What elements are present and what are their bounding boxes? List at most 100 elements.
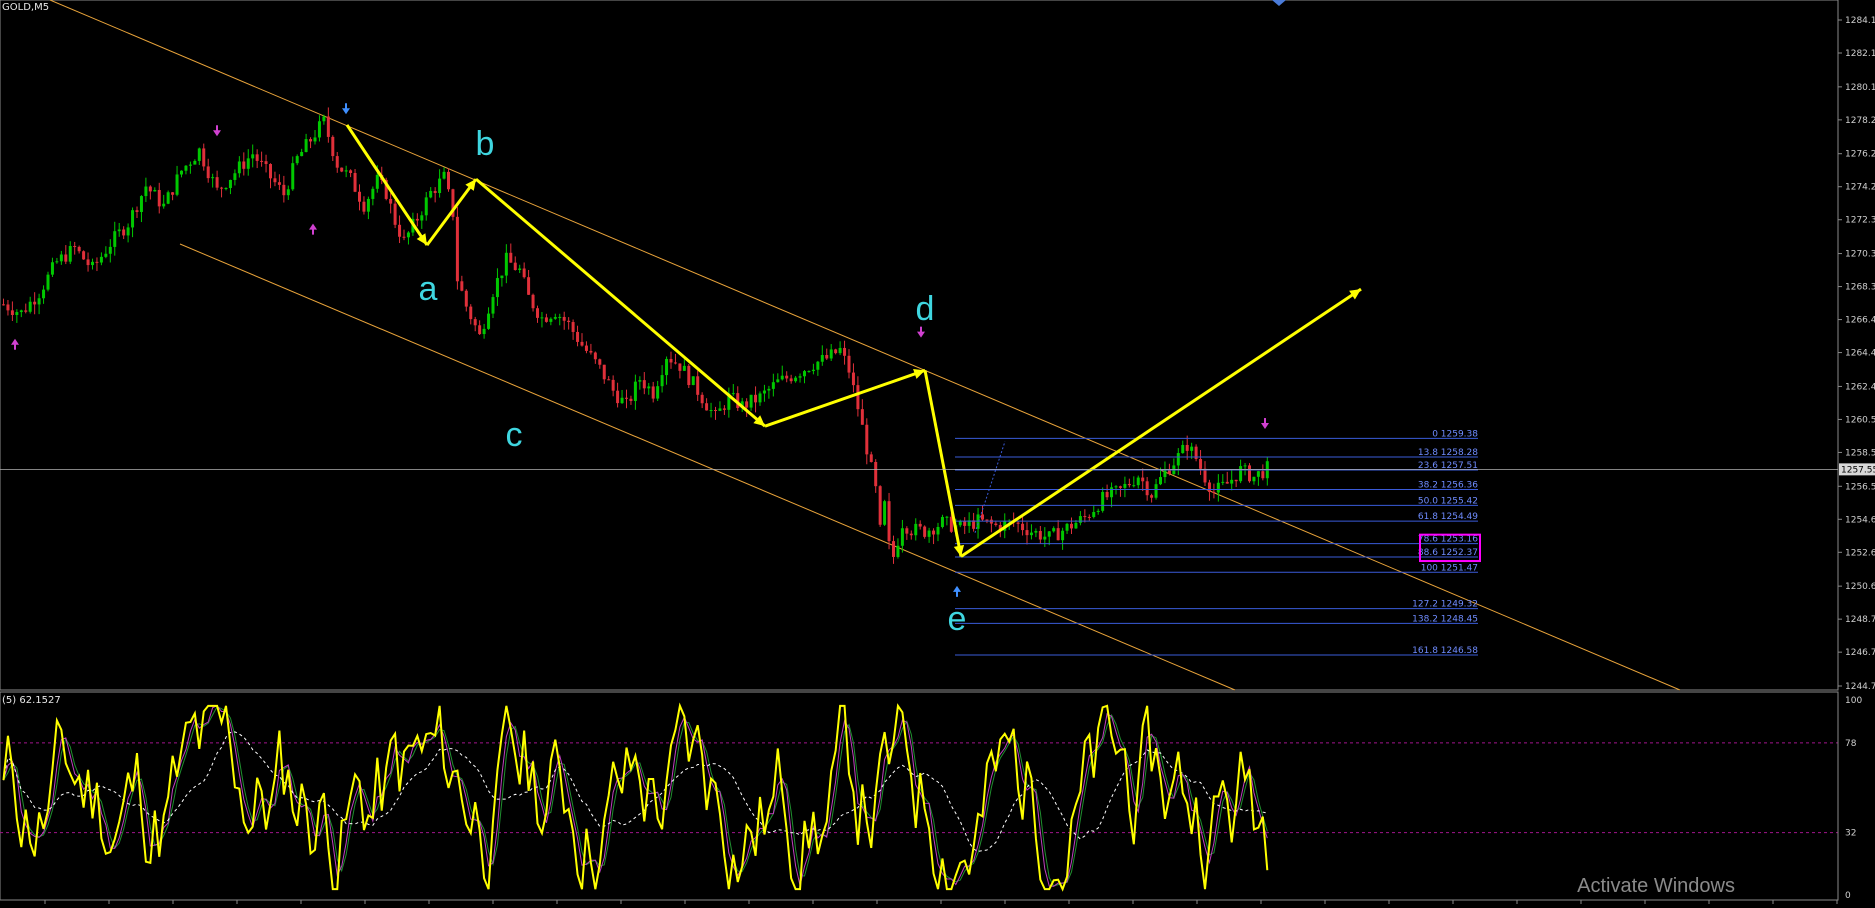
activate-windows-watermark: Activate Windows (1577, 875, 1735, 897)
candle-body (1136, 477, 1140, 486)
stoch-axis-label: 32 (1845, 829, 1856, 839)
candle-body (869, 454, 873, 462)
candle-body (228, 179, 232, 188)
candle-body (1123, 483, 1127, 488)
candle-body (19, 310, 23, 313)
candle-body (1043, 536, 1047, 540)
candle-body (1118, 486, 1122, 488)
candle-body (776, 379, 780, 383)
price-axis-label: 1252.65 (1845, 548, 1875, 558)
price-axis-label: 1262.45 (1845, 382, 1875, 392)
candle-body (1061, 530, 1065, 541)
candle-body (1038, 530, 1042, 540)
candle-body (15, 312, 19, 315)
price-axis-label: 1244.75 (1845, 682, 1875, 692)
candle-body (558, 316, 562, 318)
candle-body (82, 251, 86, 260)
candle-body (589, 350, 593, 353)
candle-body (304, 139, 308, 153)
candle-body (1234, 479, 1238, 482)
candle-body (945, 516, 949, 518)
candle-body (28, 301, 32, 312)
stoch-axis-label: 78 (1845, 739, 1857, 749)
candle-body (99, 256, 103, 263)
candle-body (625, 397, 628, 399)
candle-body (349, 170, 353, 173)
candle-body (77, 246, 81, 252)
candle-body (406, 232, 410, 238)
candle-body (829, 349, 833, 359)
candle-body (567, 320, 571, 323)
candle-body (1065, 523, 1069, 531)
chart-canvas[interactable]: 0 1259.3813.8 1258.2823.6 1257.5138.2 12… (0, 0, 1875, 904)
price-axis-label: 1282.15 (1845, 49, 1875, 59)
candle-body (211, 177, 215, 179)
candle-body (126, 227, 130, 236)
candle-body (317, 121, 321, 138)
candle-body (932, 530, 936, 535)
candle-body (1252, 476, 1256, 482)
candle-body (184, 165, 188, 171)
candle-body (798, 376, 802, 378)
candle-body (1105, 491, 1109, 498)
candle-body (958, 521, 962, 526)
candle-body (900, 528, 904, 546)
candle-body (139, 196, 143, 212)
candle-body (518, 268, 522, 271)
candle-body (696, 376, 700, 395)
candle-body (6, 304, 10, 311)
price-axis-label: 1266.40 (1845, 316, 1875, 326)
candle-body (113, 231, 117, 247)
candle-body (1096, 510, 1100, 512)
candle-body (620, 397, 624, 404)
candle-body (874, 461, 878, 487)
candle-body (282, 184, 286, 196)
fib-level-label: 100 1251.47 (1421, 563, 1478, 573)
candle-body (1203, 468, 1207, 483)
candle-body (611, 379, 615, 391)
candle-body (580, 341, 584, 346)
candle-body (37, 298, 41, 305)
candle-body (442, 171, 446, 179)
trading-chart[interactable]: 0 1259.38 13.8 1258.28 23.6 1257.51 38.2 12… (0, 0, 1875, 904)
candle-body (358, 191, 361, 202)
candle-body (371, 188, 375, 199)
candle-body (665, 358, 669, 376)
candle-body (242, 161, 246, 169)
candle-body (144, 186, 148, 197)
candle-body (509, 252, 513, 263)
candle-body (905, 528, 909, 534)
candle-body (1110, 487, 1114, 498)
candle-body (1016, 522, 1020, 524)
candle-body (745, 401, 749, 408)
candle-body (1083, 516, 1087, 518)
candle-body (1070, 523, 1073, 529)
candle-body (789, 378, 793, 382)
price-axis-label: 1260.50 (1845, 415, 1875, 425)
candle-body (878, 486, 882, 525)
candle-body (705, 403, 709, 411)
candle-body (255, 154, 259, 161)
candle-body (847, 355, 851, 373)
price-axis-label: 1274.25 (1845, 183, 1875, 193)
candle-body (24, 310, 28, 312)
candle-body (1261, 471, 1265, 479)
candle-body (892, 541, 895, 557)
price-axis-label: 1256.55 (1845, 482, 1875, 492)
candle-body (540, 317, 544, 319)
candle-body (1199, 458, 1203, 469)
candle-body (767, 388, 771, 391)
candle-body (487, 313, 491, 329)
candle-body (633, 381, 637, 401)
candle-body (638, 380, 642, 382)
candle-body (1181, 444, 1185, 454)
price-axis-label: 1258.55 (1845, 448, 1875, 458)
price-axis-label: 1250.65 (1845, 582, 1875, 592)
candle-body (1029, 532, 1033, 536)
candle-body (1207, 482, 1211, 492)
candle-body (402, 236, 406, 238)
candle-body (642, 380, 646, 389)
candle-body (398, 224, 402, 237)
candle-body (963, 521, 967, 526)
price-axis-label: 1278.20 (1845, 116, 1875, 126)
